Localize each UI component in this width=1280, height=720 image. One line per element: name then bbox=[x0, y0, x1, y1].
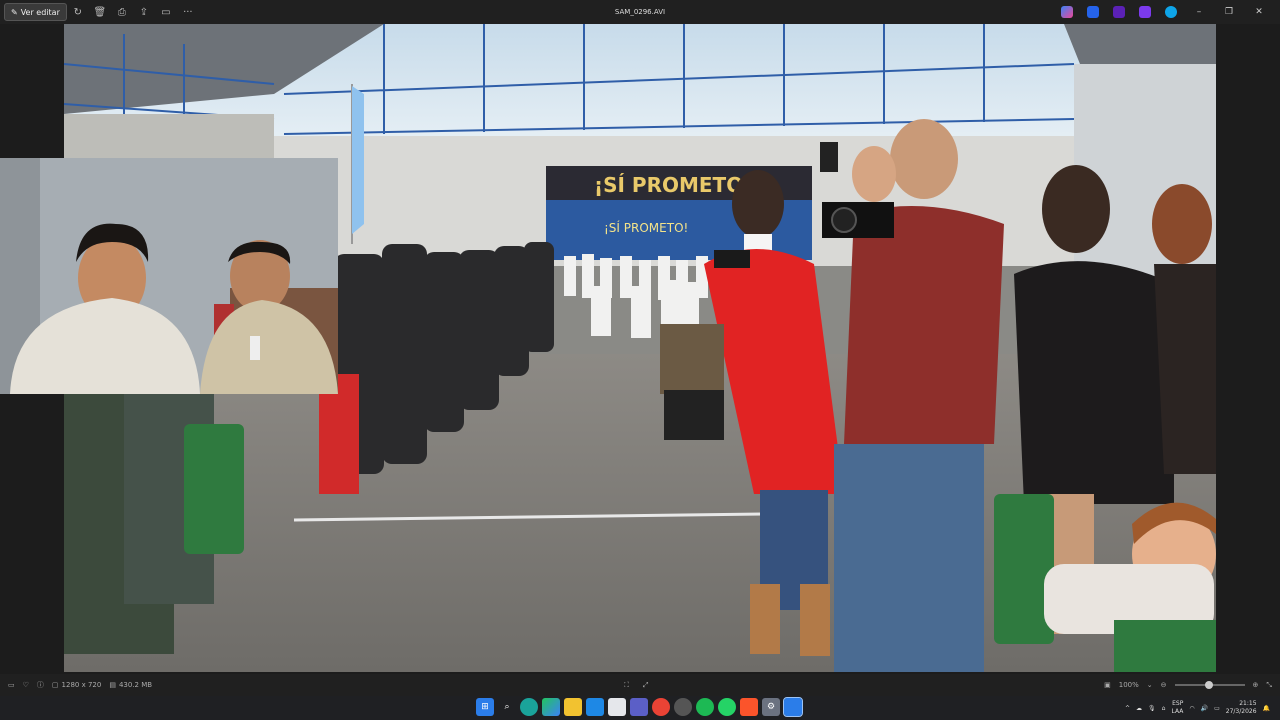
maximize-icon[interactable]: ❐ bbox=[1216, 7, 1242, 17]
wifi-icon[interactable]: ◠ bbox=[1189, 705, 1194, 712]
filesize-text: 430.2 MB bbox=[118, 681, 153, 689]
clipchamp-icon[interactable] bbox=[1113, 6, 1125, 18]
photos-icon[interactable] bbox=[783, 697, 803, 717]
designer-icon[interactable] bbox=[1087, 6, 1099, 18]
pencil-icon: ✎ bbox=[11, 7, 18, 17]
webcam-scene bbox=[0, 158, 338, 394]
fit-icon[interactable]: ⛶ bbox=[624, 681, 629, 690]
info-icon[interactable]: ▭ bbox=[155, 2, 177, 22]
battery-icon[interactable]: ▭ bbox=[1214, 705, 1220, 712]
browser-icon[interactable] bbox=[674, 698, 692, 716]
zoom-in-icon[interactable]: ⊕ bbox=[1253, 681, 1259, 689]
video-editor-icon[interactable] bbox=[1139, 6, 1151, 18]
fullscreen-icon[interactable]: ▣ bbox=[1104, 681, 1111, 689]
chrome-icon[interactable] bbox=[652, 698, 670, 716]
network-icon[interactable]: ⌂ bbox=[1162, 705, 1166, 712]
banner-text: ¡SÍ PROMETO! bbox=[594, 173, 752, 197]
zoom-slider[interactable] bbox=[1174, 681, 1245, 689]
resolution-text: 1280 x 720 bbox=[61, 681, 102, 689]
minimize-icon[interactable]: – bbox=[1186, 7, 1212, 17]
favorite-icon[interactable]: ♡ bbox=[23, 681, 29, 689]
webcam-overlay bbox=[0, 158, 338, 394]
mail-icon[interactable] bbox=[586, 698, 604, 716]
edge-icon[interactable] bbox=[520, 698, 538, 716]
language-indicator[interactable]: ESP LAA bbox=[1171, 700, 1183, 716]
volume-icon[interactable]: 🔊 bbox=[1201, 705, 1208, 712]
spotify-icon[interactable] bbox=[696, 698, 714, 716]
whatsapp-icon[interactable] bbox=[718, 698, 736, 716]
onedrive-icon[interactable] bbox=[1165, 6, 1177, 18]
print-icon[interactable]: ⎙ bbox=[111, 2, 133, 22]
onedrive-tray-icon[interactable]: ☁ bbox=[1136, 705, 1142, 712]
status-bar: ▭ ♡ ⓘ ▢ 1280 x 720 ▤ 430.2 MB ⛶ ⤢ ▣ 100%… bbox=[0, 674, 1280, 696]
teams-icon[interactable] bbox=[630, 698, 648, 716]
language-line-2: LAA bbox=[1171, 708, 1184, 715]
copilot-icon[interactable] bbox=[542, 698, 560, 716]
edit-button[interactable]: ✎ Ver editar bbox=[4, 3, 67, 21]
banner-subtext: ¡SÍ PROMETO! bbox=[604, 220, 688, 235]
share-icon[interactable]: ⇪ bbox=[133, 2, 155, 22]
clock[interactable]: 21:15 27/3/2026 bbox=[1226, 700, 1257, 716]
taskbar: ⊞ ⌕ ⚙ ^ ☁ 🎙 ⌂ ESP LAA ◠ 🔊 ▭ 21:15 27/3/2… bbox=[0, 696, 1280, 720]
brave-icon[interactable] bbox=[740, 698, 758, 716]
start-icon[interactable]: ⊞ bbox=[476, 698, 494, 716]
search-icon[interactable]: ⌕ bbox=[498, 698, 516, 716]
chevron-up-icon[interactable]: ^ bbox=[1125, 705, 1130, 712]
expand-icon[interactable]: ⤡ bbox=[1266, 681, 1272, 690]
edit-button-label: Ver editar bbox=[20, 7, 60, 17]
title-bar: ✎ Ver editar ↻ 🗑 ⎙ ⇪ ▭ ··· SAM_0296.AVI … bbox=[0, 0, 1280, 24]
filmstrip-icon[interactable]: ▭ bbox=[8, 681, 15, 689]
clock-time: 21:15 bbox=[1239, 700, 1257, 707]
microphone-icon[interactable]: 🎙 bbox=[1148, 705, 1156, 712]
disk-icon: ▤ bbox=[109, 681, 116, 689]
more-icon[interactable]: ··· bbox=[177, 2, 199, 22]
language-line-1: ESP bbox=[1172, 700, 1184, 707]
settings-icon[interactable]: ⚙ bbox=[762, 698, 780, 716]
explorer-icon[interactable] bbox=[564, 698, 582, 716]
clock-date: 27/3/2026 bbox=[1225, 708, 1257, 715]
zoom-slider-thumb[interactable] bbox=[1204, 681, 1213, 689]
zoom-out-icon[interactable]: ⊖ bbox=[1161, 681, 1167, 689]
rotate-icon[interactable]: ↻ bbox=[67, 2, 89, 22]
notepad-icon[interactable] bbox=[608, 698, 626, 716]
actual-size-icon[interactable]: ⤢ bbox=[643, 681, 649, 690]
delete-icon[interactable]: 🗑 bbox=[89, 2, 111, 22]
close-icon[interactable]: ✕ bbox=[1246, 7, 1272, 17]
notification-icon[interactable]: 🔔 bbox=[1263, 705, 1270, 712]
info-circle-icon[interactable]: ⓘ bbox=[37, 680, 44, 690]
zoom-level[interactable]: 100% bbox=[1119, 681, 1139, 689]
chevron-down-icon[interactable]: ⌄ bbox=[1147, 681, 1153, 689]
image-size-icon: ▢ bbox=[51, 681, 59, 689]
copilot-icon[interactable] bbox=[1061, 6, 1073, 18]
